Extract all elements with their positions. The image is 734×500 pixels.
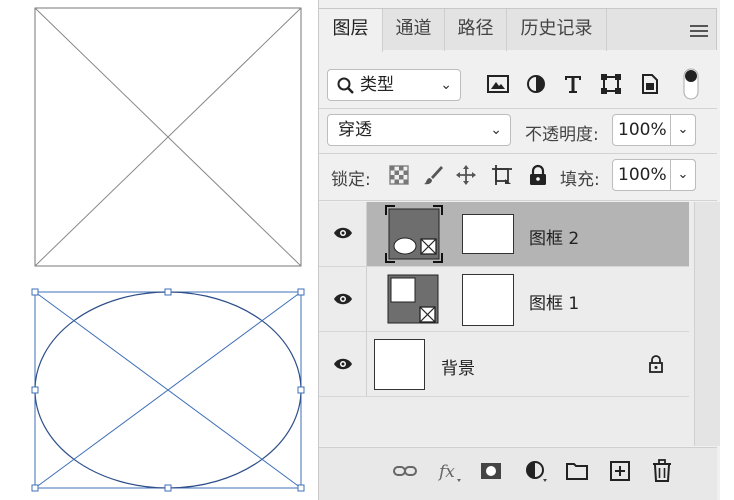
layers-scrollbar[interactable] (694, 202, 720, 446)
layer-lock-icon (649, 355, 663, 373)
image-filter-icon[interactable] (486, 72, 510, 96)
canvas-frames (31, 7, 305, 492)
layer-row-frame-2[interactable]: 图框 2 (319, 202, 689, 267)
fill-value: 100% (618, 165, 667, 185)
opacity-label: 不透明度: (525, 125, 599, 145)
delete-icon[interactable] (649, 458, 675, 484)
tab-paths[interactable]: 路径 (445, 9, 507, 51)
lock-transparent-icon[interactable] (388, 164, 410, 186)
eye-icon (334, 293, 352, 305)
smart-object-filter-icon[interactable] (638, 72, 662, 96)
group-folder-icon[interactable] (564, 458, 590, 484)
lock-artboard-icon[interactable] (491, 164, 513, 186)
layers-list: 图框 2 图框 1 背景 (319, 202, 717, 446)
filter-kind-label: 类型 (360, 75, 394, 95)
frame-content-thumbnail[interactable] (462, 214, 514, 254)
opacity-value: 100% (618, 120, 667, 140)
eye-icon (334, 227, 352, 239)
tab-channels[interactable]: 通道 (383, 9, 445, 51)
filter-toggle-icon[interactable] (683, 68, 699, 100)
layers-bottom-toolbar: fx (319, 447, 717, 500)
lock-image-icon[interactable] (422, 164, 444, 186)
layer-row-frame-1[interactable]: 图框 1 (319, 267, 689, 332)
tab-layers[interactable]: 图层 (319, 9, 383, 52)
fill-slider-button[interactable]: ⌄ (670, 159, 696, 191)
visibility-toggle[interactable] (319, 332, 367, 396)
link-icon[interactable] (392, 458, 418, 484)
tab-history[interactable]: 历史记录 (507, 9, 607, 51)
layer-row-background[interactable]: 背景 (319, 332, 689, 397)
opacity-slider-button[interactable]: ⌄ (670, 114, 696, 146)
lock-position-icon[interactable] (455, 164, 477, 186)
layer-name[interactable]: 图框 2 (529, 224, 579, 249)
lock-all-icon[interactable] (527, 164, 549, 186)
new-layer-icon[interactable] (607, 458, 633, 484)
fx-icon[interactable]: fx (437, 458, 463, 484)
lock-label: 锁定: (331, 170, 371, 190)
chevron-down-icon: ⌄ (490, 122, 502, 138)
panel-tabs: 图层 通道 路径 历史记录 (319, 8, 717, 52)
search-icon (337, 77, 354, 94)
fill-label: 填充: (560, 170, 600, 190)
blend-mode-dropdown[interactable]: 穿透 ⌄ (327, 114, 511, 146)
ellipse-frame[interactable] (31, 288, 305, 492)
adjustment-filter-icon[interactable] (524, 72, 548, 96)
frame-content-thumbnail[interactable] (462, 274, 514, 326)
type-filter-icon[interactable] (561, 72, 585, 96)
layers-panel: 图层 通道 路径 历史记录 类型 ⌄ 穿透 ⌄ 不透明度: 100% ⌄ 锁定:… (318, 0, 720, 500)
svg-text:fx: fx (437, 462, 455, 482)
mask-icon[interactable] (478, 458, 504, 484)
blend-mode-value: 穿透 (338, 120, 372, 140)
panel-menu-icon[interactable] (690, 25, 708, 39)
frame-ellipse-thumbnail[interactable] (385, 205, 443, 263)
chevron-down-icon: ⌄ (440, 77, 452, 93)
opacity-input[interactable]: 100% ⌄ (612, 114, 696, 146)
eye-icon (334, 358, 352, 370)
fill-input[interactable]: 100% ⌄ (612, 159, 696, 191)
background-thumbnail[interactable] (374, 339, 425, 390)
shape-filter-icon[interactable] (599, 72, 623, 96)
filter-kind-dropdown[interactable]: 类型 ⌄ (327, 69, 461, 101)
layer-name[interactable]: 图框 1 (529, 289, 579, 314)
adjustment-layer-icon[interactable] (523, 458, 549, 484)
visibility-toggle[interactable] (319, 202, 367, 266)
layer-name[interactable]: 背景 (441, 354, 475, 379)
frame-rect-thumbnail[interactable] (387, 274, 441, 326)
rectangle-frame[interactable] (34, 7, 302, 267)
visibility-toggle[interactable] (319, 267, 367, 331)
document-canvas[interactable] (0, 0, 318, 500)
